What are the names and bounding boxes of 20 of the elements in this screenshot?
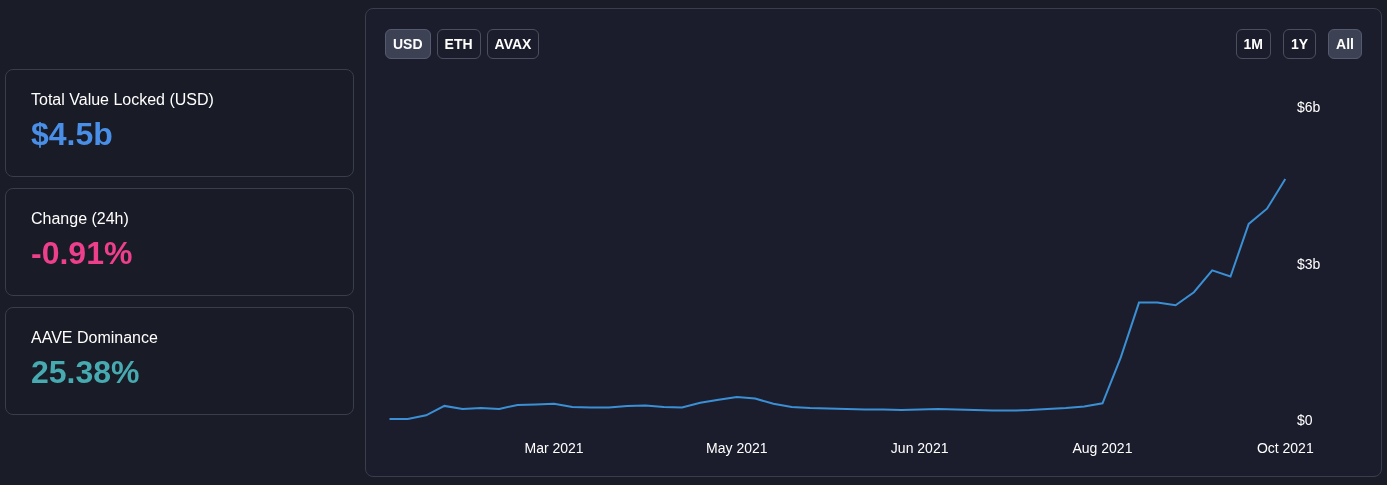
stat-value: -0.91% (31, 237, 134, 269)
axis-label: Oct 2021 (1256, 440, 1314, 456)
toggle-button[interactable]: USD (385, 29, 431, 59)
axis-label: $0 (1297, 412, 1313, 428)
toggle-button[interactable]: AVAX (486, 29, 540, 59)
toggle-button[interactable]: ETH (436, 29, 481, 59)
stat-value: 25.38% (31, 356, 141, 388)
stat-label: Change (24h) (31, 209, 130, 229)
axis-label: Jun 2021 (890, 440, 949, 456)
axis-label: May 2021 (706, 440, 768, 456)
toggle-button[interactable]: 1Y (1283, 29, 1317, 59)
stat-value: $4.5b (31, 118, 114, 150)
axis-label: $3b (1297, 255, 1321, 272)
axis-label: Mar 2021 (524, 440, 584, 456)
toggle-button[interactable]: All (1328, 29, 1362, 59)
axis-label: Aug 2021 (1072, 440, 1133, 456)
stat-label: Total Value Locked (USD) (31, 90, 215, 110)
stat-label: AAVE Dominance (31, 328, 159, 348)
toggle-button[interactable]: 1M (1235, 29, 1271, 59)
axis-label: $6b (1297, 99, 1321, 115)
